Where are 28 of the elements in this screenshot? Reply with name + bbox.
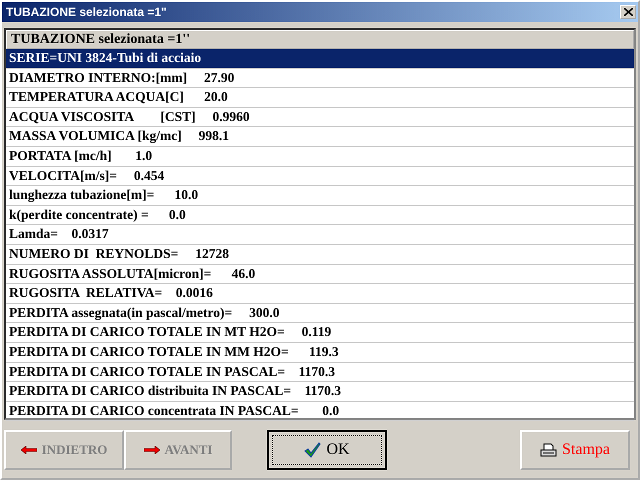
left-arrow-icon [20,446,37,454]
checkmark-icon [304,442,322,458]
window-title: TUBAZIONE selezionata =1" [6,5,167,19]
list-item[interactable]: NUMERO DI REYNOLDS= 12728 [6,244,634,265]
list-item[interactable]: PERDITA DI CARICO TOTALE IN MT H2O= 0.119 [6,323,634,343]
list-item[interactable]: DIAMETRO INTERNO:[mm] 27.90 [6,68,634,88]
list-item[interactable]: k(perdite concentrate) = 0.0 [6,206,634,226]
list-item[interactable]: PERDITA assegnata(in pascal/metro)= 300.0 [6,304,634,324]
list-item[interactable]: SERIE=UNI 3824-Tubi di acciaio [6,49,634,69]
list-item[interactable]: TEMPERATURA ACQUA[C] 20.0 [6,88,634,108]
list-item[interactable]: RUGOSITA RELATIVA= 0.0016 [6,284,634,304]
list-item[interactable]: ACQUA VISCOSITA [CST] 0.9960 [6,108,634,128]
list-item[interactable]: PERDITA DI CARICO distribuita IN PASCAL= 1170.3 [6,382,634,402]
list-item[interactable]: MASSA VOLUMICA [kg/mc] 998.1 [6,127,634,147]
list-item[interactable]: Lamda= 0.0317 [6,225,634,245]
list-item[interactable]: PERDITA DI CARICO TOTALE IN PASCAL= 1170.3 [6,362,634,382]
list-item[interactable]: PERDITA DI CARICO TOTALE IN MM H2O= 119.3 [6,342,634,362]
printer-icon [540,442,557,458]
close-icon [624,8,632,16]
list-item[interactable]: PERDITA DI CARICO concentrata IN PASCAL= 0.0 [6,402,634,422]
list-item[interactable]: PORTATA [mc/h] 1.0 [6,146,634,167]
right-arrow-icon [144,446,160,454]
list-header: TUBAZIONE selezionata =1'' [6,30,634,49]
ok-button[interactable]: OK [267,430,387,470]
list-item[interactable]: RUGOSITA ASSOLUTA[micron]= 46.0 [6,264,634,284]
list-item[interactable]: VELOCITA[m/s]= 0.454 [6,166,634,186]
close-button[interactable] [620,5,636,19]
list-item[interactable]: lunghezza tubazione[m]= 10.0 [6,186,634,206]
